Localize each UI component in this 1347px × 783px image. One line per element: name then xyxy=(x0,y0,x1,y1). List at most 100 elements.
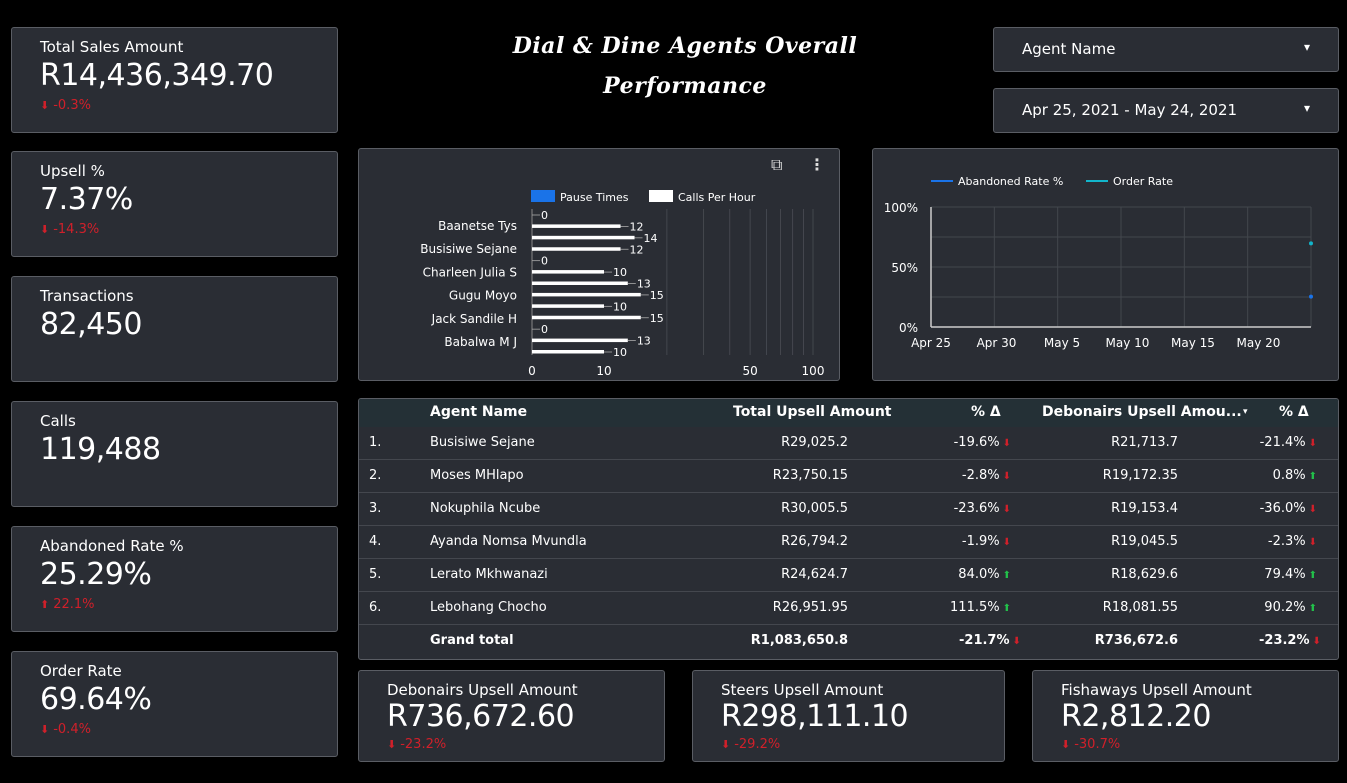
bar-category-label: Charleen Julia S xyxy=(423,265,517,279)
bar[interactable] xyxy=(532,247,621,251)
col-total-upsell[interactable]: Total Upsell Amount xyxy=(733,404,891,420)
arrow-down-icon: ⬇ xyxy=(387,738,397,751)
sort-desc-icon[interactable]: ▾ xyxy=(1243,407,1248,417)
arrow-down-icon: ⬇ xyxy=(1308,504,1317,515)
table-row[interactable]: 4. Ayanda Nomsa Mvundla R26,794.2 -1.9% ⬇ R19… xyxy=(359,526,1338,559)
kpi-value: R736,672.60 xyxy=(387,699,575,734)
line-point[interactable] xyxy=(1309,294,1313,299)
bar-value-label: 15 xyxy=(650,312,664,325)
debonairs-upsell-cell: R21,713.7 xyxy=(1111,435,1178,450)
bar[interactable] xyxy=(532,350,604,354)
agent-name-filter-label: Agent Name xyxy=(1022,40,1116,58)
arrow-up-icon: ⬆ xyxy=(1308,471,1317,482)
legend-swatch-calls xyxy=(649,190,673,202)
row-number: 6. xyxy=(369,600,382,615)
caret-down-icon: ▾ xyxy=(1303,101,1310,115)
bar-categories: Baanetse Tys Busisiwe Sejane Charleen Juli… xyxy=(420,219,517,349)
pct-delta-cell: -19.6% ⬇ xyxy=(953,435,1011,450)
bar[interactable] xyxy=(532,235,635,240)
table-total-row: Grand total R1,083,650.8 -21.7% ⬇ R736,67… xyxy=(359,625,1338,658)
x-tick-label: Apr 30 xyxy=(977,336,1017,350)
arrow-down-icon: ⬇ xyxy=(721,738,731,751)
line-chart-svg: Abandoned Rate % Order Rate 100%50%0%Apr… xyxy=(884,175,1313,350)
agent-name-filter[interactable]: Agent Name ▾ xyxy=(993,27,1339,72)
kpi-value: 25.29% xyxy=(40,557,152,592)
total-upsell-cell: R29,025.2 xyxy=(781,435,848,450)
x-tick-label: Apr 25 xyxy=(911,336,951,350)
arrow-down-icon: ⬇ xyxy=(1312,636,1321,647)
agent-bar-chart: ⧉ ⋮ Pause Times Calls Per Hour Baanetse … xyxy=(358,148,840,381)
kpi-label: Transactions xyxy=(40,287,134,305)
agent-name-cell: Lerato Mkhwanazi xyxy=(430,567,548,582)
debonairs-upsell-cell: R19,172.35 xyxy=(1102,468,1178,483)
bar[interactable] xyxy=(532,281,628,286)
kpi-calls: Calls 119,488 xyxy=(11,401,338,507)
x-tick-label: May 10 xyxy=(1106,336,1150,350)
kpi-label: Upsell % xyxy=(40,162,105,180)
bar-category-label: Gugu Moyo xyxy=(449,289,517,303)
total-pct-2: -23.2% ⬇ xyxy=(1259,633,1321,648)
kpi-value: R298,111.10 xyxy=(721,699,909,734)
pct-delta-cell: -23.6% ⬇ xyxy=(953,501,1011,516)
row-number: 5. xyxy=(369,567,382,582)
kpi-delta: ⬇ -29.2% xyxy=(721,737,781,752)
bar[interactable] xyxy=(532,315,641,320)
col-pct-delta[interactable]: % Δ xyxy=(971,404,1001,420)
line-legend: Abandoned Rate % Order Rate xyxy=(931,175,1173,188)
bar-legend: Pause Times Calls Per Hour xyxy=(531,190,756,204)
table-row[interactable]: 5. Lerato Mkhwanazi R24,624.7 84.0% ⬆ R18,629… xyxy=(359,559,1338,592)
arrow-down-icon: ⬇ xyxy=(1308,438,1317,449)
kpi-transactions: Transactions 82,450 xyxy=(11,276,338,382)
arrow-down-icon: ⬇ xyxy=(1061,738,1071,751)
kpi-label: Abandoned Rate % xyxy=(40,537,184,555)
bar-value-label: 0 xyxy=(541,255,548,268)
line-point[interactable] xyxy=(1309,241,1313,246)
bar[interactable] xyxy=(532,270,604,274)
bar-category-label: Busisiwe Sejane xyxy=(420,242,517,256)
bar-value-label: 0 xyxy=(541,323,548,336)
col-pct-delta-2[interactable]: % Δ xyxy=(1279,404,1309,420)
arrow-down-icon: ⬇ xyxy=(1012,636,1021,647)
table-row[interactable]: 6. Lebohang Chocho R26,951.95 111.5% ⬆ R18,08… xyxy=(359,592,1338,625)
bar-marks: 01214120101315101501310 xyxy=(532,209,664,359)
agent-upsell-table: Agent Name Total Upsell Amount % Δ Debon… xyxy=(358,398,1339,660)
table-row[interactable]: 3. Nokuphila Ncube R30,005.5 -23.6% ⬇ R19,153… xyxy=(359,493,1338,526)
debonairs-upsell-cell: R19,045.5 xyxy=(1111,534,1178,549)
kpi-label: Fishaways Upsell Amount xyxy=(1061,681,1252,699)
kpi-label: Debonairs Upsell Amount xyxy=(387,681,578,699)
bar[interactable] xyxy=(532,304,604,308)
line-grid: 100% 50% 0%Apr 25 Apr 30 May 5 May 10 May 15 Ma… xyxy=(884,201,1312,350)
arrow-down-icon: ⬇ xyxy=(1002,438,1011,449)
legend-label: Pause Times xyxy=(560,191,629,204)
arrow-up-icon: ⬆ xyxy=(40,598,50,611)
legend-label: Order Rate xyxy=(1113,175,1173,188)
kpi-fishaways-upsell: Fishaways Upsell Amount R2,812.20 ⬇ -30.7… xyxy=(1032,670,1339,762)
page-title: Dial & Dine Agents Overall Performance xyxy=(512,33,858,99)
bar-chart-svg: Pause Times Calls Per Hour Baanetse TysB… xyxy=(420,190,824,378)
bar[interactable] xyxy=(532,338,628,343)
table-row[interactable]: 2. Moses MHlapo R23,750.15 -2.8% ⬇ R19,172.35… xyxy=(359,460,1338,493)
table-row[interactable]: 1. Busisiwe Sejane R29,025.2 -19.6% ⬇ R21,713… xyxy=(359,427,1338,460)
bar-value-label: 12 xyxy=(630,220,644,233)
col-agent-name[interactable]: Agent Name xyxy=(430,404,527,420)
bar-value-label: 13 xyxy=(637,278,651,291)
bar-value-label: 12 xyxy=(630,243,644,256)
kpi-value: R14,436,349.70 xyxy=(40,58,274,93)
debonairs-upsell-cell: R19,153.4 xyxy=(1111,501,1178,516)
kpi-abandoned-rate: Abandoned Rate % 25.29% ⬆ 22.1% xyxy=(11,526,338,632)
col-debonairs-upsell[interactable]: Debonairs Upsell Amou... xyxy=(1042,404,1242,420)
total-upsell-cell: R26,951.95 xyxy=(772,600,848,615)
kpi-label: Order Rate xyxy=(40,662,122,680)
total-debonairs: R736,672.6 xyxy=(1094,633,1178,648)
total-upsell-cell: R30,005.5 xyxy=(781,501,848,516)
legend-label: Abandoned Rate % xyxy=(958,175,1063,188)
arrow-down-icon: ⬇ xyxy=(1002,471,1011,482)
date-range-picker[interactable]: Apr 25, 2021 - May 24, 2021 ▾ xyxy=(993,88,1339,133)
pct-delta-cell-2: 79.4% ⬆ xyxy=(1264,567,1317,582)
pct-delta-cell: -1.9% ⬇ xyxy=(961,534,1011,549)
bar[interactable] xyxy=(532,224,621,228)
pct-delta-cell-2: -2.3% ⬇ xyxy=(1267,534,1317,549)
bar-value-label: 14 xyxy=(644,232,658,245)
row-number: 4. xyxy=(369,534,382,549)
bar[interactable] xyxy=(532,292,641,297)
